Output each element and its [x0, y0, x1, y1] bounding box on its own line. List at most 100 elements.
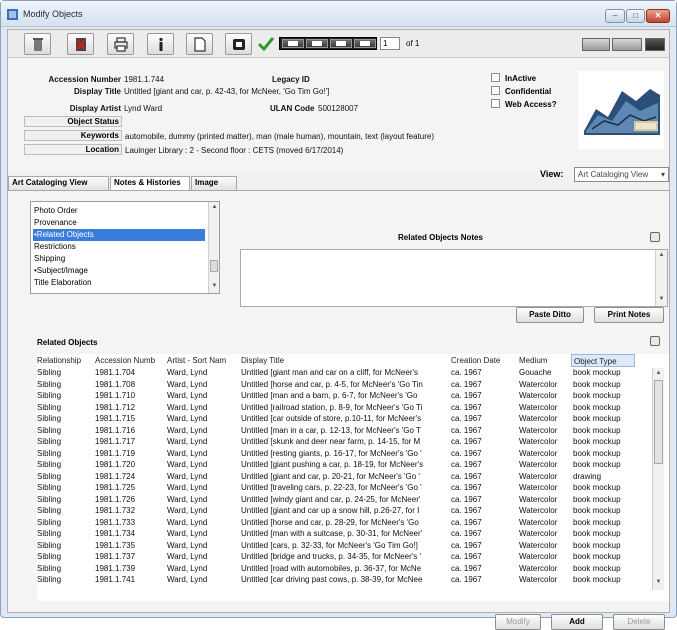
- table-cell: book mockup: [573, 563, 621, 573]
- table-row[interactable]: Sibling 1981.1.708 Ward, Lynd Untitled [hor…: [37, 380, 652, 390]
- list-item[interactable]: Photo Order: [33, 205, 78, 217]
- notes-list[interactable]: Photo Order Provenance •Related Objects …: [30, 201, 220, 294]
- tab-notes-histories[interactable]: Notes & Histories: [110, 176, 190, 191]
- table-cell: ca. 1967: [451, 575, 482, 584]
- tab-image-list[interactable]: Image List: [191, 176, 237, 199]
- form-view-button[interactable]: [645, 38, 665, 51]
- table-row[interactable]: Sibling 1981.1.726 Ward, Lynd Untitled [win…: [37, 495, 652, 505]
- location-value[interactable]: Lauinger Library : 2 - Second floor : CE…: [125, 146, 343, 155]
- list-item-selected[interactable]: •Related Objects: [33, 229, 205, 241]
- maximize-icon: □: [633, 11, 638, 20]
- table-cell: Sibling: [37, 379, 62, 389]
- trash-button[interactable]: [24, 33, 51, 55]
- table-row[interactable]: Sibling 1981.1.739 Ward, Lynd Untitled [roa…: [37, 564, 652, 574]
- display-title-value[interactable]: Untitled [giant and car, p. 42-43, for M…: [124, 87, 329, 96]
- table-row[interactable]: Sibling 1981.1.732 Ward, Lynd Untitled [gia…: [37, 506, 652, 516]
- copy-record-button[interactable]: [225, 33, 252, 55]
- keywords-value[interactable]: automobile, dummy (printed matter), man …: [125, 132, 434, 141]
- paste-ditto-button[interactable]: Paste Ditto: [516, 307, 584, 323]
- column-header[interactable]: Relationship: [37, 354, 95, 367]
- scroll-thumb[interactable]: [210, 260, 218, 272]
- delete-button[interactable]: Delete: [613, 614, 665, 630]
- table-cell: Untitled [man and a barn, p. 6-7, for Mc…: [241, 391, 418, 400]
- list-item[interactable]: Restrictions: [33, 241, 76, 253]
- add-button[interactable]: Add: [551, 614, 603, 630]
- table-row[interactable]: Sibling 1981.1.734 Ward, Lynd Untitled [man…: [37, 529, 652, 539]
- record-page-input[interactable]: 1: [380, 37, 400, 50]
- table-cell: Sibling: [37, 494, 62, 504]
- modify-button[interactable]: Modify: [495, 614, 541, 630]
- close-button[interactable]: ✕: [646, 9, 670, 23]
- table-row[interactable]: Sibling 1981.1.741 Ward, Lynd Untitled [car…: [37, 575, 652, 585]
- table-cell: Untitled [windy giant and car, p. 24-25,…: [241, 494, 421, 504]
- table-cell: Ward, Lynd: [167, 460, 208, 469]
- table-cell: 1981.1.720: [95, 460, 136, 469]
- grid-view-button[interactable]: [582, 38, 610, 51]
- scroll-up-icon[interactable]: ▲: [654, 369, 663, 378]
- list-item[interactable]: •Subject/Image: [33, 265, 88, 277]
- table-row[interactable]: Sibling 1981.1.725 Ward, Lynd Untitled [tra…: [37, 483, 652, 493]
- tab-bar: Art Cataloging View Notes & Histories Im…: [8, 176, 669, 199]
- scroll-up-icon[interactable]: ▲: [657, 251, 666, 260]
- table-cell: 1981.1.715: [95, 414, 136, 423]
- table-row[interactable]: Sibling 1981.1.719 Ward, Lynd Untitled [res…: [37, 449, 652, 459]
- scroll-down-icon[interactable]: ▼: [654, 578, 663, 587]
- list-item[interactable]: Shipping: [33, 253, 65, 265]
- table-cell: ca. 1967: [451, 379, 482, 389]
- info-button[interactable]: [147, 33, 174, 55]
- print-notes-button[interactable]: Print Notes: [594, 307, 664, 323]
- expand-icon[interactable]: [650, 232, 660, 242]
- web-access-checkbox[interactable]: [491, 99, 500, 108]
- scroll-down-icon[interactable]: ▼: [657, 295, 666, 304]
- table-row[interactable]: Sibling 1981.1.737 Ward, Lynd Untitled [bri…: [37, 552, 652, 562]
- list-item[interactable]: Provenance: [33, 217, 77, 229]
- next-record-button[interactable]: [330, 39, 352, 48]
- cancel-edit-button[interactable]: [67, 33, 94, 55]
- table-row[interactable]: Sibling 1981.1.704 Ward, Lynd Untitled [gia…: [37, 368, 652, 378]
- column-header[interactable]: Accession Numb: [95, 354, 167, 367]
- table-cell: Sibling: [37, 414, 62, 423]
- checkmark-icon: [258, 37, 274, 51]
- ulan-code-value[interactable]: 500128007: [318, 104, 358, 113]
- minimize-button[interactable]: –: [605, 9, 625, 23]
- object-thumbnail[interactable]: [578, 71, 664, 149]
- table-row[interactable]: Sibling 1981.1.710 Ward, Lynd Untitled [man…: [37, 391, 652, 401]
- first-record-button[interactable]: [282, 39, 304, 48]
- scroll-down-icon[interactable]: ▼: [210, 282, 219, 291]
- table-row[interactable]: Sibling 1981.1.715 Ward, Lynd Untitled [car…: [37, 414, 652, 424]
- scroll-thumb[interactable]: [654, 380, 663, 464]
- table-row[interactable]: Sibling 1981.1.733 Ward, Lynd Untitled [hor…: [37, 518, 652, 528]
- list-view-button[interactable]: [612, 38, 642, 51]
- table-row[interactable]: Sibling 1981.1.724 Ward, Lynd Untitled [gia…: [37, 472, 652, 482]
- column-header[interactable]: Creation Date: [451, 354, 519, 367]
- column-header-sorted[interactable]: Object Type: [571, 354, 635, 367]
- previous-record-button[interactable]: [306, 39, 328, 48]
- maximize-button[interactable]: □: [626, 9, 645, 23]
- expand-icon[interactable]: [650, 336, 660, 346]
- print-button[interactable]: [107, 33, 134, 55]
- notes-list-scrollbar[interactable]: ▲ ▼: [208, 202, 219, 293]
- save-button[interactable]: [252, 33, 279, 55]
- last-record-button[interactable]: [354, 39, 376, 48]
- table-row[interactable]: Sibling 1981.1.716 Ward, Lynd Untitled [man…: [37, 426, 652, 436]
- notes-text-scrollbar[interactable]: ▲ ▼: [655, 250, 667, 306]
- display-artist-value[interactable]: Lynd Ward: [124, 104, 162, 113]
- column-header[interactable]: Artist - Sort Nam: [167, 354, 240, 367]
- related-notes-textarea[interactable]: ▲ ▼: [240, 249, 668, 307]
- column-header[interactable]: Display Title: [241, 354, 451, 367]
- column-header[interactable]: Medium: [519, 354, 571, 367]
- table-cell: Watercolor: [519, 460, 558, 469]
- confidential-checkbox[interactable]: [491, 86, 500, 95]
- table-row[interactable]: Sibling 1981.1.717 Ward, Lynd Untitled [sku…: [37, 437, 652, 447]
- inactive-checkbox[interactable]: [491, 73, 500, 82]
- table-row[interactable]: Sibling 1981.1.720 Ward, Lynd Untitled [gia…: [37, 460, 652, 470]
- accession-value[interactable]: 1981.1.744: [124, 75, 164, 84]
- table-scrollbar[interactable]: ▲ ▼: [652, 368, 664, 590]
- scroll-up-icon[interactable]: ▲: [210, 203, 219, 212]
- table-row[interactable]: Sibling 1981.1.735 Ward, Lynd Untitled [car…: [37, 541, 652, 551]
- tab-art-cataloging-view[interactable]: Art Cataloging View: [8, 176, 109, 190]
- table-cell: 1981.1.717: [95, 437, 136, 446]
- table-row[interactable]: Sibling 1981.1.712 Ward, Lynd Untitled [rai…: [37, 403, 652, 413]
- list-item[interactable]: Title Elaboration: [33, 277, 92, 289]
- new-record-button[interactable]: [186, 33, 213, 55]
